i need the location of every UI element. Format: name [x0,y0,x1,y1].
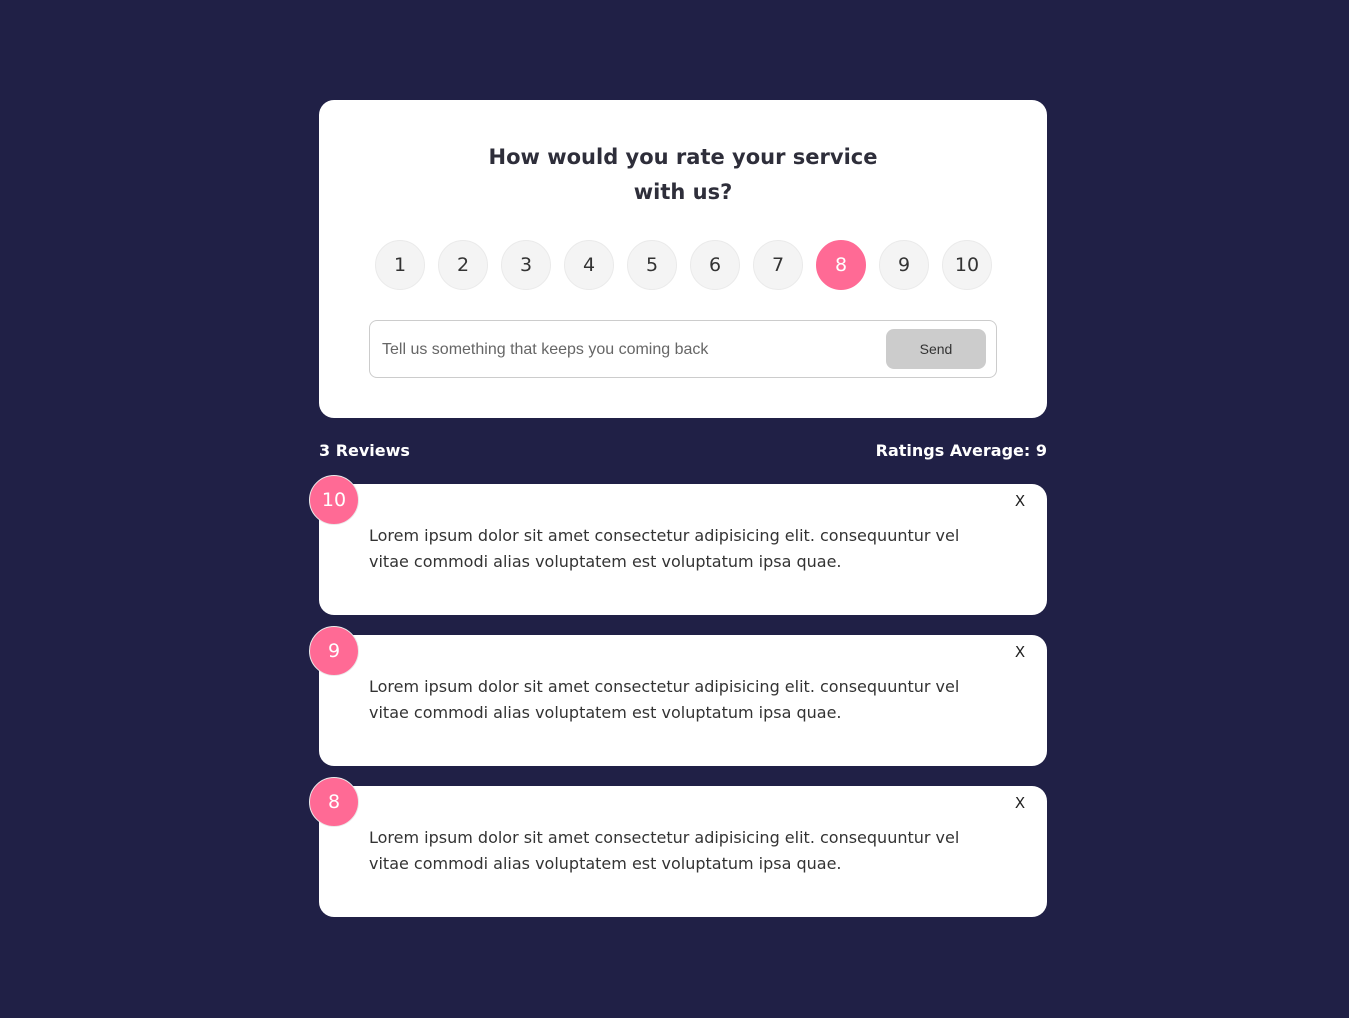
review-stats: 3 Reviews Ratings Average: 9 [319,441,1047,461]
delete-review-button[interactable]: X [1013,643,1027,661]
rating-options: 1 2 3 4 5 6 7 8 9 10 [375,240,992,290]
rating-option-5[interactable]: 5 [627,240,677,290]
rating-option-1[interactable]: 1 [375,240,425,290]
rating-option-4[interactable]: 4 [564,240,614,290]
review-card: 10 X Lorem ipsum dolor sit amet consecte… [309,475,1047,615]
delete-review-button[interactable]: X [1013,794,1027,812]
review-count: 3 Reviews [319,441,410,460]
rating-card: How would you rate your service with us?… [319,100,1047,418]
review-text: Lorem ipsum dolor sit amet consectetur a… [369,828,960,873]
rating-option-8[interactable]: 8 [816,240,866,290]
review-card: 9 X Lorem ipsum dolor sit amet consectet… [309,626,1047,766]
review-text: Lorem ipsum dolor sit amet consectetur a… [369,526,960,571]
rating-option-3[interactable]: 3 [501,240,551,290]
review-rating-badge: 8 [309,777,359,827]
question-line-2: with us? [633,180,733,204]
delete-review-button[interactable]: X [1013,492,1027,510]
rating-option-2[interactable]: 2 [438,240,488,290]
feedback-app: How would you rate your service with us?… [309,100,1047,917]
review-text: Lorem ipsum dolor sit amet consectetur a… [369,677,960,722]
rating-option-9[interactable]: 9 [879,240,929,290]
review-input-group: Send [369,320,997,378]
review-rating-badge: 9 [309,626,359,676]
review-text-input[interactable] [380,333,874,367]
rating-option-7[interactable]: 7 [753,240,803,290]
review-rating-badge: 10 [309,475,359,525]
rating-option-6[interactable]: 6 [690,240,740,290]
ratings-average: Ratings Average: 9 [875,441,1047,460]
send-button[interactable]: Send [886,329,986,369]
rating-question: How would you rate your service with us? [319,140,1047,210]
question-line-1: How would you rate your service [488,145,878,169]
rating-option-10[interactable]: 10 [942,240,992,290]
review-card: 8 X Lorem ipsum dolor sit amet consectet… [309,777,1047,917]
